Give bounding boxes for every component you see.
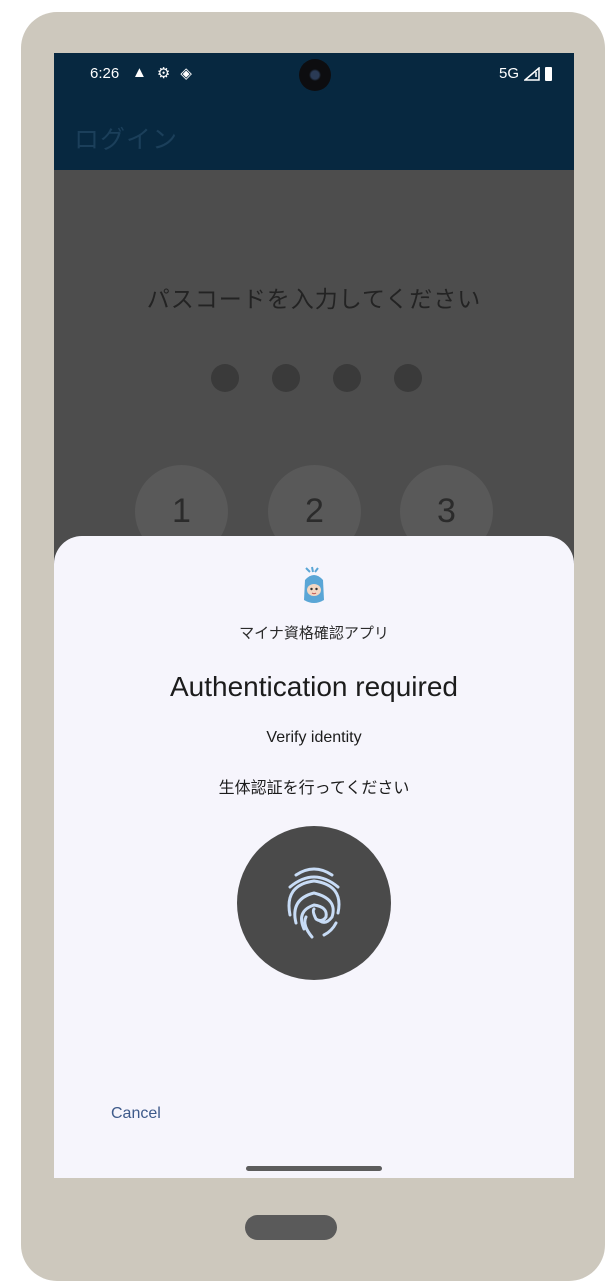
fingerprint-icon (287, 867, 341, 939)
app-bar: ログイン (54, 98, 574, 170)
status-time: 6:26 (90, 65, 120, 82)
status-bar: 6:26 ▲ ⚙ ◈ 5G (54, 53, 574, 98)
passcode-dot (333, 364, 361, 392)
passcode-dot (272, 364, 300, 392)
passcode-dot (211, 364, 239, 392)
passcode-prompt: パスコードを入力してください (146, 287, 482, 313)
dialog-title: Authentication required (170, 671, 458, 702)
cancel-button[interactable]: Cancel (111, 1105, 161, 1123)
dialog-subtitle: Verify identity (266, 729, 362, 746)
passcode-dots (211, 364, 422, 392)
passcode-dot (394, 364, 422, 392)
battery-icon (545, 66, 552, 81)
network-type: 5G (498, 65, 519, 82)
biometric-dialog: マイナ資格確認アプリ Authentication required Verif… (54, 536, 574, 1178)
dialog-description: 生体認証を行ってください (218, 778, 410, 797)
camera-cutout-icon (299, 59, 331, 91)
device-home-button[interactable] (245, 1215, 337, 1240)
page-title: ログイン (74, 125, 179, 154)
warning-icon: ▲ (132, 64, 147, 81)
app-name: マイナ資格確認アプリ (239, 624, 389, 642)
status-left-icons: ▲ ⚙ ◈ (132, 64, 192, 82)
status-right-icons: 5G (499, 65, 552, 82)
settings-icon: ⚙ (156, 65, 171, 82)
signal-icon (524, 66, 540, 81)
data-saver-icon: ◈ (180, 65, 192, 82)
phone-screen: 6:26 ▲ ⚙ ◈ 5G ログイン パスコードを入力してください 1 2 3 (54, 53, 574, 1178)
fingerprint-sensor-button[interactable] (237, 826, 391, 980)
gesture-nav-handle[interactable] (246, 1166, 382, 1171)
mascot-icon (304, 566, 324, 603)
